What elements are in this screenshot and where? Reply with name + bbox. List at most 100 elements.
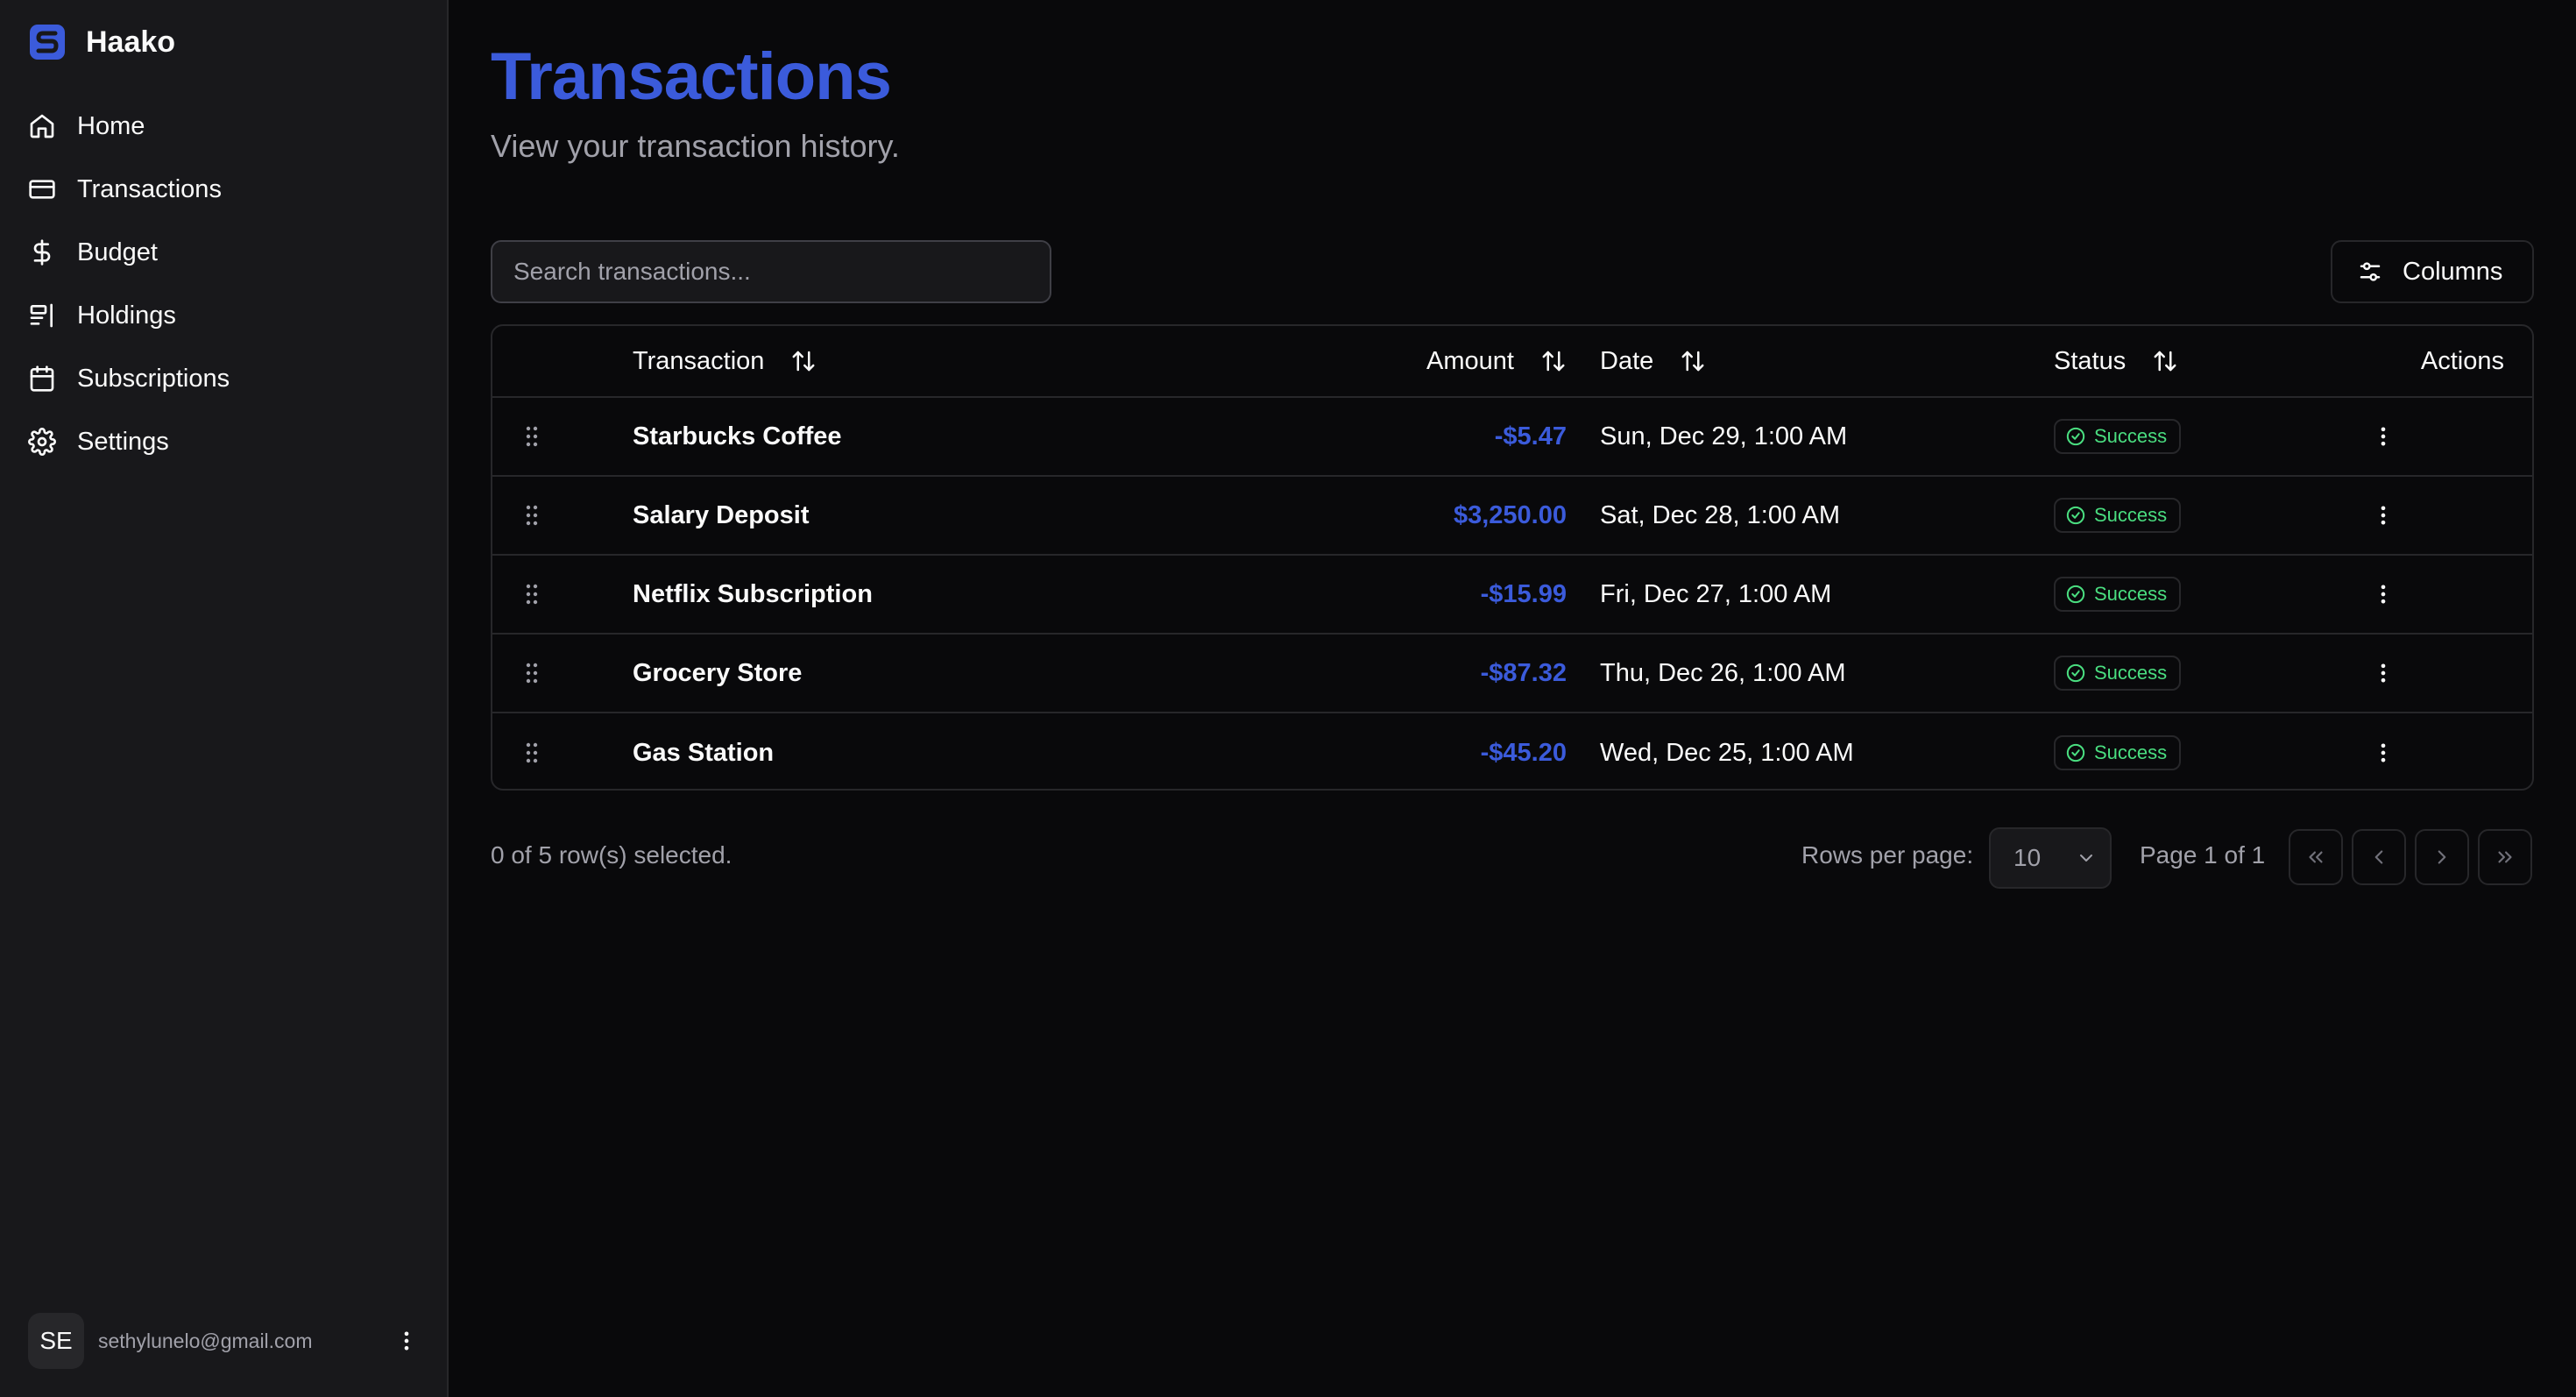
- sidebar-item-label: Home: [77, 111, 145, 140]
- sidebar-item-transactions[interactable]: Transactions: [18, 158, 431, 221]
- row-actions-button[interactable]: [2359, 556, 2408, 633]
- header-amount[interactable]: Amount: [1426, 326, 1567, 396]
- chevrons-left-icon: [2309, 851, 2323, 863]
- sidebar-nav: Home Transactions Budget Holdings Subscr…: [18, 95, 431, 473]
- more-vertical-icon: [2381, 506, 2386, 525]
- sidebar-item-home[interactable]: Home: [18, 95, 431, 158]
- transaction-name: Grocery Store: [633, 658, 803, 687]
- row-actions-button[interactable]: [2359, 713, 2408, 789]
- brand[interactable]: Haako: [28, 23, 175, 61]
- sidebar-item-label: Transactions: [77, 174, 222, 203]
- last-page-button[interactable]: [2478, 829, 2532, 885]
- transaction-name: Netflix Subscription: [633, 579, 873, 608]
- transactions-table: Transaction Amount Date Status Actions S…: [491, 324, 2534, 791]
- transaction-amount: -$15.99: [1480, 579, 1567, 608]
- header-label: Amount: [1426, 346, 1514, 375]
- transaction-name: Gas Station: [633, 738, 775, 767]
- sidebar-item-subscriptions[interactable]: Subscriptions: [18, 347, 431, 410]
- drag-handle-icon[interactable]: [520, 477, 543, 554]
- status-label: Success: [2094, 583, 2168, 605]
- sort-icon[interactable]: [1680, 348, 1706, 374]
- chevrons-right-icon: [2498, 851, 2512, 863]
- status-badge: Success: [2054, 498, 2182, 533]
- status-cell: Success: [2054, 477, 2182, 554]
- transaction-date: Fri, Dec 27, 1:00 AM: [1600, 579, 1832, 608]
- header-date[interactable]: Date: [1600, 326, 1706, 396]
- check-circle-icon: [2066, 506, 2085, 525]
- app-name: Haako: [86, 25, 176, 59]
- rows-per-page-value: 10: [2013, 844, 2042, 871]
- drag-handle-icon[interactable]: [520, 635, 543, 712]
- user-menu-button[interactable]: [391, 1325, 422, 1357]
- page-subtitle: View your transaction history.: [491, 128, 900, 164]
- table-row[interactable]: Gas Station -$45.20 Wed, Dec 25, 1:00 AM…: [492, 713, 2532, 789]
- sidebar-item-label: Holdings: [77, 301, 176, 330]
- sidebar: Haako Home Transactions Budget Holdings …: [0, 0, 449, 1397]
- row-actions-button[interactable]: [2359, 635, 2408, 712]
- table-row[interactable]: Starbucks Coffee -$5.47 Sun, Dec 29, 1:0…: [492, 398, 2532, 477]
- header-label: Status: [2054, 346, 2127, 375]
- status-badge: Success: [2054, 656, 2182, 691]
- more-vertical-icon: [2381, 743, 2386, 762]
- header-label: Date: [1600, 346, 1654, 375]
- status-cell: Success: [2054, 398, 2182, 475]
- transaction-date: Wed, Dec 25, 1:00 AM: [1600, 738, 1854, 767]
- check-circle-icon: [2066, 427, 2085, 446]
- home-icon: [30, 114, 54, 138]
- table-row[interactable]: Grocery Store -$87.32 Thu, Dec 26, 1:00 …: [492, 635, 2532, 713]
- drag-handle-icon[interactable]: [520, 398, 543, 475]
- status-label: Success: [2094, 662, 2168, 684]
- sidebar-item-label: Subscriptions: [77, 364, 230, 393]
- holdings-icon: [30, 303, 53, 328]
- status-label: Success: [2094, 425, 2168, 447]
- table-header: Transaction Amount Date Status Actions: [492, 326, 2532, 398]
- previous-page-button[interactable]: [2352, 829, 2406, 885]
- header-status[interactable]: Status: [2054, 326, 2178, 396]
- search-input[interactable]: [491, 240, 1051, 303]
- user-profile[interactable]: SE sethylunelo@gmail.com: [28, 1313, 422, 1369]
- dollar-icon: [33, 239, 51, 266]
- header-label: Actions: [2420, 346, 2504, 375]
- row-actions-button[interactable]: [2359, 398, 2408, 475]
- more-vertical-icon: [2381, 427, 2386, 446]
- table-row[interactable]: Salary Deposit $3,250.00 Sat, Dec 28, 1:…: [492, 477, 2532, 556]
- drag-handle-icon[interactable]: [520, 713, 543, 789]
- sort-icon[interactable]: [790, 348, 817, 374]
- status-badge: Success: [2054, 735, 2182, 770]
- more-vertical-icon: [404, 1331, 409, 1351]
- calendar-icon: [30, 365, 54, 392]
- sidebar-item-settings[interactable]: Settings: [18, 410, 431, 473]
- sidebar-item-budget[interactable]: Budget: [18, 221, 431, 284]
- sidebar-item-label: Budget: [77, 238, 158, 266]
- drag-handle-icon[interactable]: [520, 556, 543, 633]
- transaction-name: Starbucks Coffee: [633, 422, 842, 450]
- user-email: sethylunelo@gmail.com: [98, 1329, 313, 1352]
- gear-icon: [28, 428, 56, 456]
- selection-count: 0 of 5 row(s) selected.: [491, 841, 732, 869]
- status-badge: Success: [2054, 577, 2182, 612]
- sliders-icon: [2360, 262, 2381, 281]
- status-cell: Success: [2054, 556, 2182, 633]
- more-vertical-icon: [2381, 585, 2386, 604]
- row-actions-button[interactable]: [2359, 477, 2408, 554]
- transaction-name: Salary Deposit: [633, 500, 810, 529]
- header-transaction[interactable]: Transaction: [633, 326, 817, 396]
- sidebar-item-holdings[interactable]: Holdings: [18, 284, 431, 347]
- first-page-button[interactable]: [2289, 829, 2343, 885]
- transaction-amount: $3,250.00: [1453, 500, 1567, 529]
- sort-icon[interactable]: [1540, 348, 1567, 374]
- next-page-button[interactable]: [2415, 829, 2469, 885]
- table-row[interactable]: Netflix Subscription -$15.99 Fri, Dec 27…: [492, 556, 2532, 635]
- transaction-date: Thu, Dec 26, 1:00 AM: [1600, 658, 1846, 687]
- more-vertical-icon: [2381, 663, 2386, 683]
- status-label: Success: [2094, 504, 2168, 526]
- columns-button[interactable]: Columns: [2331, 240, 2534, 303]
- sort-icon[interactable]: [2152, 348, 2178, 374]
- transaction-date: Sun, Dec 29, 1:00 AM: [1600, 422, 1848, 450]
- check-circle-icon: [2066, 585, 2085, 604]
- status-label: Success: [2094, 741, 2168, 763]
- page-info: Page 1 of 1: [2140, 841, 2266, 869]
- haako-logo-icon: [30, 25, 65, 60]
- avatar: SE: [28, 1313, 84, 1369]
- rows-per-page-select[interactable]: 10: [1989, 827, 2112, 889]
